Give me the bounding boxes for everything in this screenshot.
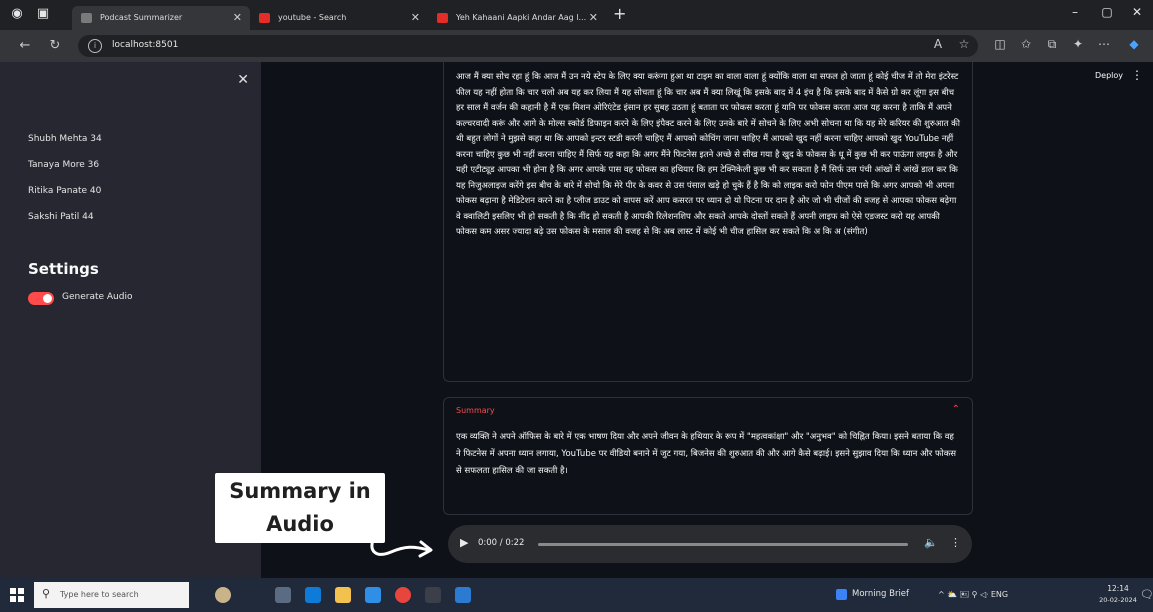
main-content: Deploy ⋮ आज मैं क्या सोच रहा हूं कि आज म…	[261, 62, 1153, 578]
deploy-button[interactable]: Deploy	[1095, 71, 1123, 80]
windows-start-icon[interactable]	[10, 588, 24, 602]
tab-youtube-video[interactable]: Yeh Kahaani Aapki Andar Aag l... ✕	[428, 6, 606, 30]
back-icon[interactable]: ←	[16, 38, 34, 53]
play-icon[interactable]: ▶	[460, 536, 468, 549]
tab-close-icon[interactable]: ✕	[589, 6, 598, 30]
chevron-up-icon[interactable]: ⌃	[952, 404, 960, 415]
tab-title: Yeh Kahaani Aapki Andar Aag l...	[456, 13, 587, 22]
main-menu-icon[interactable]: ⋮	[1131, 68, 1143, 82]
screenshot-frame: ◉ ▣ Podcast Summarizer ✕ youtube - Searc…	[0, 0, 1153, 612]
chrome-icon[interactable]	[395, 587, 411, 603]
extensions-icon[interactable]: ✦	[1068, 37, 1088, 51]
generate-audio-toggle[interactable]	[28, 292, 54, 305]
toggle-knob	[43, 294, 52, 303]
summary-expander: Summary ⌃ एक व्यक्ति ने अपने ऑफिस के बार…	[443, 397, 973, 515]
search-icon: ⚲	[42, 587, 51, 600]
address-bar[interactable]: i localhost:8501	[78, 35, 978, 57]
member-name: Ritika Panate 40	[28, 186, 102, 196]
transcript-text: आज मैं क्या सोच रहा हूं कि आज मैं उन नये…	[456, 72, 960, 237]
tab-podcast-summarizer[interactable]: Podcast Summarizer ✕	[72, 6, 250, 30]
tab-close-icon[interactable]: ✕	[411, 6, 420, 30]
tab-youtube-search[interactable]: youtube - Search ✕	[250, 6, 428, 30]
weather-widget-icon[interactable]	[215, 587, 231, 603]
annotation-arrow-icon	[370, 538, 433, 558]
vscode-icon[interactable]	[455, 587, 471, 603]
browser-toolbar: ← ↻ i localhost:8501 A ☆ ◫ ✩ ⧉ ✦ ⋯ ◆	[0, 30, 1153, 62]
windows-taskbar: ⚲ Type here to search Morning Brief ^ ⛅ …	[0, 578, 1153, 612]
collections-icon[interactable]: ⧉	[1042, 37, 1062, 52]
system-tray[interactable]: ^ ⛅ 🖭 ⚲ ◁ᐧ ENG	[938, 589, 1008, 603]
reload-icon[interactable]: ↻	[46, 38, 64, 53]
audio-time: 0:00 / 0:22	[478, 538, 525, 548]
audio-more-icon[interactable]: ⋮	[950, 536, 961, 549]
maximize-button[interactable]: ▢	[1092, 5, 1122, 19]
search-placeholder: Type here to search	[60, 590, 139, 599]
site-info-icon[interactable]: i	[88, 39, 102, 53]
audio-player: ▶ 0:00 / 0:22 🔈 ⋮	[448, 525, 972, 563]
settings-heading: Settings	[28, 260, 99, 278]
favorite-star-icon[interactable]: ☆	[954, 37, 974, 51]
clock-time[interactable]: 12:14	[1098, 584, 1138, 593]
split-screen-icon[interactable]: ◫	[990, 37, 1010, 51]
task-view-icon[interactable]	[275, 587, 291, 603]
minimize-button[interactable]: –	[1060, 5, 1090, 19]
tab-title: Podcast Summarizer	[100, 13, 183, 22]
tab-actions-icon[interactable]: ▣	[32, 4, 54, 24]
taskbar-search-box[interactable]: ⚲ Type here to search	[34, 582, 189, 608]
generate-audio-label: Generate Audio	[62, 292, 133, 302]
app-favicon-icon	[81, 13, 92, 23]
file-explorer-icon[interactable]	[335, 587, 351, 603]
notification-icon[interactable]: 🗨	[1140, 588, 1153, 601]
sidebar-close-button[interactable]: ✕	[237, 72, 249, 88]
copilot-icon[interactable]: ◆	[1124, 37, 1144, 51]
audio-progress-bar[interactable]	[538, 543, 908, 546]
member-name: Shubh Mehta 34	[28, 134, 102, 144]
browser-tab-strip: ◉ ▣ Podcast Summarizer ✕ youtube - Searc…	[0, 0, 1153, 30]
transcript-panel: आज मैं क्या सोच रहा हूं कि आज मैं उन नये…	[443, 62, 973, 382]
new-tab-button[interactable]: +	[613, 4, 626, 23]
youtube-favicon-icon	[259, 13, 270, 23]
mail-icon[interactable]	[365, 587, 381, 603]
edge-browser-icon[interactable]	[305, 587, 321, 603]
news-widget-label[interactable]: Morning Brief	[852, 589, 909, 599]
news-widget-icon[interactable]	[836, 589, 847, 600]
read-aloud-icon[interactable]: A	[928, 37, 948, 51]
clock-date[interactable]: 20-02-2024	[1098, 596, 1138, 604]
tab-title: youtube - Search	[278, 13, 347, 22]
terminal-icon[interactable]	[425, 587, 441, 603]
annotation-label: Summary in Audio	[215, 473, 385, 543]
favorites-icon[interactable]: ✩	[1016, 37, 1036, 51]
tab-close-icon[interactable]: ✕	[233, 6, 242, 30]
member-name: Sakshi Patil 44	[28, 212, 94, 222]
close-window-button[interactable]: ✕	[1122, 5, 1152, 19]
browser-profile-icon[interactable]: ◉	[6, 4, 28, 24]
summary-header[interactable]: Summary	[456, 406, 960, 415]
member-name: Tanaya More 36	[28, 160, 100, 170]
volume-icon[interactable]: 🔈	[924, 536, 938, 549]
youtube-favicon-icon	[437, 13, 448, 23]
url-text: localhost:8501	[112, 40, 179, 50]
summary-text: एक व्यक्ति ने अपने ऑफिस के बारे में एक भ…	[456, 432, 956, 476]
more-icon[interactable]: ⋯	[1094, 37, 1114, 51]
